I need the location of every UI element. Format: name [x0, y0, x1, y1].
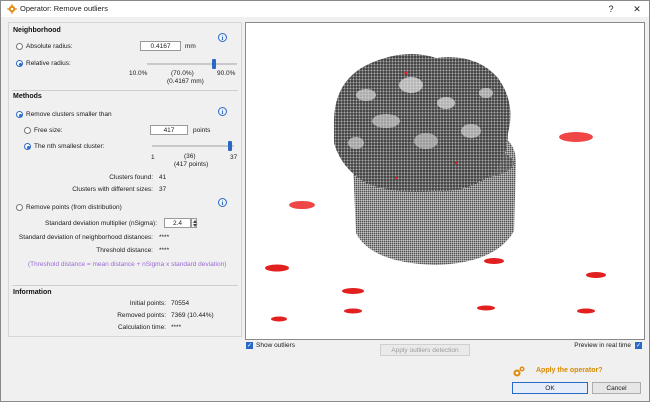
absolute-radius-field[interactable]: 0.4167: [140, 41, 181, 51]
help-button[interactable]: ?: [604, 3, 618, 15]
outlier-cluster: [577, 308, 595, 314]
relative-radius-slider[interactable]: [147, 59, 237, 69]
show-outliers-label: Show outliers: [256, 342, 296, 349]
outlier-cluster: [477, 305, 495, 311]
outlier-cluster: [289, 201, 315, 209]
absolute-radius-radio[interactable]: [16, 43, 23, 50]
sigma-label: Standard deviation multiplier (nSigma):: [45, 220, 157, 227]
stepper-up-icon[interactable]: [192, 219, 197, 223]
remove-clusters-label: Remove clusters smaller than: [26, 111, 112, 118]
nth-max-label: 37: [230, 154, 238, 161]
slider-max-label: 90.0%: [217, 70, 236, 77]
3d-viewport[interactable]: [245, 22, 645, 340]
slider-thumb[interactable]: [227, 141, 232, 151]
divider: [12, 285, 238, 286]
outlier-cluster: [265, 264, 289, 272]
show-outliers-checkbox[interactable]: ✓: [246, 342, 253, 349]
calc-time-label: Calculation time:: [117, 324, 166, 331]
nth-cluster-slider[interactable]: [152, 141, 234, 151]
free-size-radio[interactable]: [24, 127, 31, 134]
outlier-cluster: [484, 258, 504, 264]
absolute-radius-label: Absolute radius:: [26, 43, 73, 50]
info-icon[interactable]: i: [218, 33, 227, 42]
free-size-label: Free size:: [34, 127, 63, 134]
slider-value-mm: (0.4167 mm): [167, 78, 204, 85]
title-bar: Operator: Remove outliers ? ✕: [1, 1, 649, 17]
slider-track: [152, 145, 234, 147]
slider-track: [147, 63, 237, 65]
calc-time-value: ****: [171, 324, 182, 331]
gear-icon: [7, 4, 17, 14]
information-heading: Information: [13, 289, 52, 296]
free-size-field[interactable]: 417: [150, 125, 188, 135]
removed-points-label: Removed points:: [117, 312, 166, 319]
clusters-diff-value: 37: [159, 186, 167, 193]
methods-heading: Methods: [13, 93, 42, 100]
remove-clusters-radio[interactable]: [16, 111, 23, 118]
cancel-button[interactable]: Cancel: [592, 382, 641, 394]
outlier-cluster: [586, 272, 606, 278]
gears-icon: [513, 366, 525, 377]
slider-value-label: (70.0%): [171, 70, 194, 77]
preview-checkbox[interactable]: ✓: [635, 342, 642, 349]
window-title: Operator: Remove outliers: [20, 4, 108, 13]
std-label: Standard deviation of neighborhood dista…: [18, 234, 153, 241]
nth-value-label: (36): [184, 153, 196, 160]
point-cloud-view[interactable]: [246, 23, 644, 339]
point-cloud-mesh: [334, 54, 511, 192]
free-size-unit: points: [193, 127, 211, 134]
nth-points-label: (417 points): [174, 161, 209, 168]
outlier-cluster: [271, 316, 287, 322]
initial-points-value: 70554: [171, 300, 190, 307]
nth-cluster-label: The nth smallest cluster:: [34, 143, 105, 150]
threshold-value: ****: [159, 247, 170, 254]
divider: [12, 90, 238, 91]
sigma-field[interactable]: 2.4: [164, 218, 191, 228]
clusters-diff-label: Clusters with different sizes:: [72, 186, 153, 193]
clusters-found-label: Clusters found:: [109, 174, 153, 181]
slider-min-label: 10.0%: [129, 70, 148, 77]
apply-question: Apply the operator?: [536, 367, 603, 374]
outlier-cluster: [344, 308, 362, 314]
clusters-found-value: 41: [159, 174, 167, 181]
info-icon[interactable]: i: [218, 198, 227, 207]
slider-thumb[interactable]: [211, 59, 216, 69]
neighborhood-heading: Neighborhood: [13, 27, 61, 34]
settings-panel: Neighborhood i Absolute radius: 0.4167 m…: [8, 22, 242, 337]
relative-radius-radio[interactable]: [16, 60, 23, 67]
remove-points-label: Remove points (from distribution): [26, 204, 122, 211]
outlier-cluster: [559, 132, 593, 142]
preview-label: Preview in real time: [574, 342, 631, 349]
sigma-stepper[interactable]: [191, 218, 197, 228]
absolute-radius-unit: mm: [185, 43, 196, 50]
removed-points-value: 7369 (10.44%): [171, 312, 214, 319]
nth-cluster-radio[interactable]: [24, 143, 31, 150]
dialog-window: Operator: Remove outliers ? ✕ Neighborho…: [0, 0, 650, 402]
outlier-cluster: [342, 288, 364, 294]
remove-points-radio[interactable]: [16, 204, 23, 211]
stepper-down-icon[interactable]: [192, 224, 197, 227]
threshold-label: Threshold distance:: [96, 247, 153, 254]
nth-min-label: 1: [151, 154, 155, 161]
relative-radius-label: Relative radius:: [26, 60, 71, 67]
apply-detection-button[interactable]: Apply outliers detection: [380, 344, 470, 356]
initial-points-label: Initial points:: [129, 300, 166, 307]
threshold-formula: (Threshold distance = mean distance + nS…: [28, 261, 227, 268]
std-value: ****: [159, 234, 170, 241]
ok-button[interactable]: OK: [512, 382, 588, 394]
close-button[interactable]: ✕: [630, 3, 644, 15]
info-icon[interactable]: i: [218, 107, 227, 116]
